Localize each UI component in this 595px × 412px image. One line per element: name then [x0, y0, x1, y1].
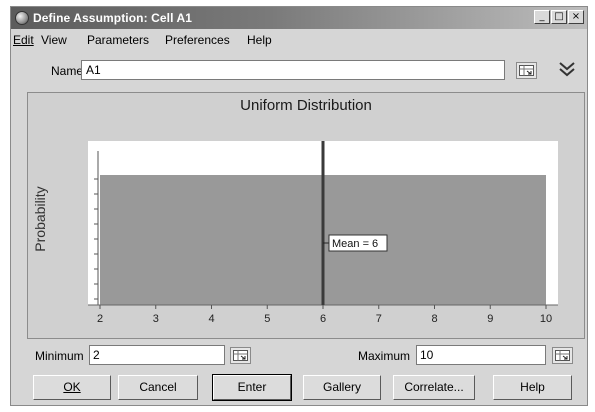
menu-parameters[interactable]: Parameters: [87, 33, 149, 47]
gallery-button-label: Gallery: [322, 380, 361, 394]
menu-bar: Edit View Parameters Preferences Help: [11, 31, 587, 49]
minimize-button[interactable]: _: [534, 10, 550, 24]
x-tick-label: 3: [153, 313, 159, 325]
menu-view-label: View: [41, 33, 67, 47]
maximum-label: Maximum: [358, 349, 411, 363]
define-assumption-dialog: Define Assumption: Cell A1 _ □ × Edit Vi…: [10, 6, 588, 406]
menu-preferences[interactable]: Preferences: [165, 33, 230, 47]
menu-preferences-label: Preferences: [165, 33, 230, 47]
cancel-button-label: Cancel: [139, 380, 177, 394]
menu-edit-label: Edit: [13, 33, 34, 47]
x-tick-label: 6: [320, 313, 326, 325]
mean-label: Mean = 6: [332, 238, 378, 250]
correlate-button-label: Correlate...: [404, 380, 464, 394]
close-button[interactable]: ×: [568, 10, 584, 24]
distribution-chart[interactable]: Uniform Distribution Probability 2345678…: [27, 92, 585, 339]
x-tick-label: 9: [487, 313, 493, 325]
expand-chevron-icon[interactable]: [557, 59, 577, 79]
cancel-button[interactable]: Cancel: [118, 375, 198, 400]
minimum-cell-reference-button[interactable]: [230, 347, 251, 364]
window-title: Define Assumption: Cell A1: [33, 11, 193, 25]
title-bar[interactable]: Define Assumption: Cell A1 _ □ ×: [11, 7, 587, 29]
menu-help-label: Help: [247, 33, 272, 47]
x-tick-label: 5: [264, 313, 270, 325]
cell-reference-icon: [519, 65, 534, 76]
name-cell-reference-button[interactable]: [516, 62, 537, 79]
app-icon: [15, 11, 29, 25]
minimum-input[interactable]: 2: [89, 345, 225, 365]
x-tick-label: 10: [540, 313, 552, 325]
chart-plot: 2 3 4 5 6 7 8 9 10 Mean = 6: [88, 141, 558, 325]
correlate-button[interactable]: Correlate...: [393, 375, 475, 400]
menu-view[interactable]: View: [41, 33, 67, 47]
x-tick-label: 2: [97, 313, 103, 325]
maximum-input[interactable]: 10: [416, 345, 546, 365]
ok-button-label: OK: [63, 380, 81, 394]
enter-button-label: Enter: [237, 380, 267, 394]
menu-parameters-label: Parameters: [87, 33, 150, 47]
gallery-button[interactable]: Gallery: [303, 375, 381, 400]
x-tick-label: 7: [376, 313, 382, 325]
name-input[interactable]: A1: [81, 60, 505, 80]
help-button-label: Help: [520, 380, 545, 394]
x-tick-label: 4: [208, 313, 214, 325]
help-button[interactable]: Help: [493, 375, 572, 400]
maximum-cell-reference-button[interactable]: [552, 347, 573, 364]
menu-edit[interactable]: Edit: [13, 33, 34, 47]
maximize-button[interactable]: □: [551, 10, 567, 24]
cell-reference-icon: [555, 350, 570, 361]
cell-reference-icon: [233, 350, 248, 361]
x-tick-label: 8: [431, 313, 437, 325]
minimum-label: Minimum: [35, 349, 84, 363]
ok-button[interactable]: OK: [33, 375, 111, 400]
menu-help[interactable]: Help: [247, 33, 272, 47]
enter-button[interactable]: Enter: [212, 374, 292, 401]
